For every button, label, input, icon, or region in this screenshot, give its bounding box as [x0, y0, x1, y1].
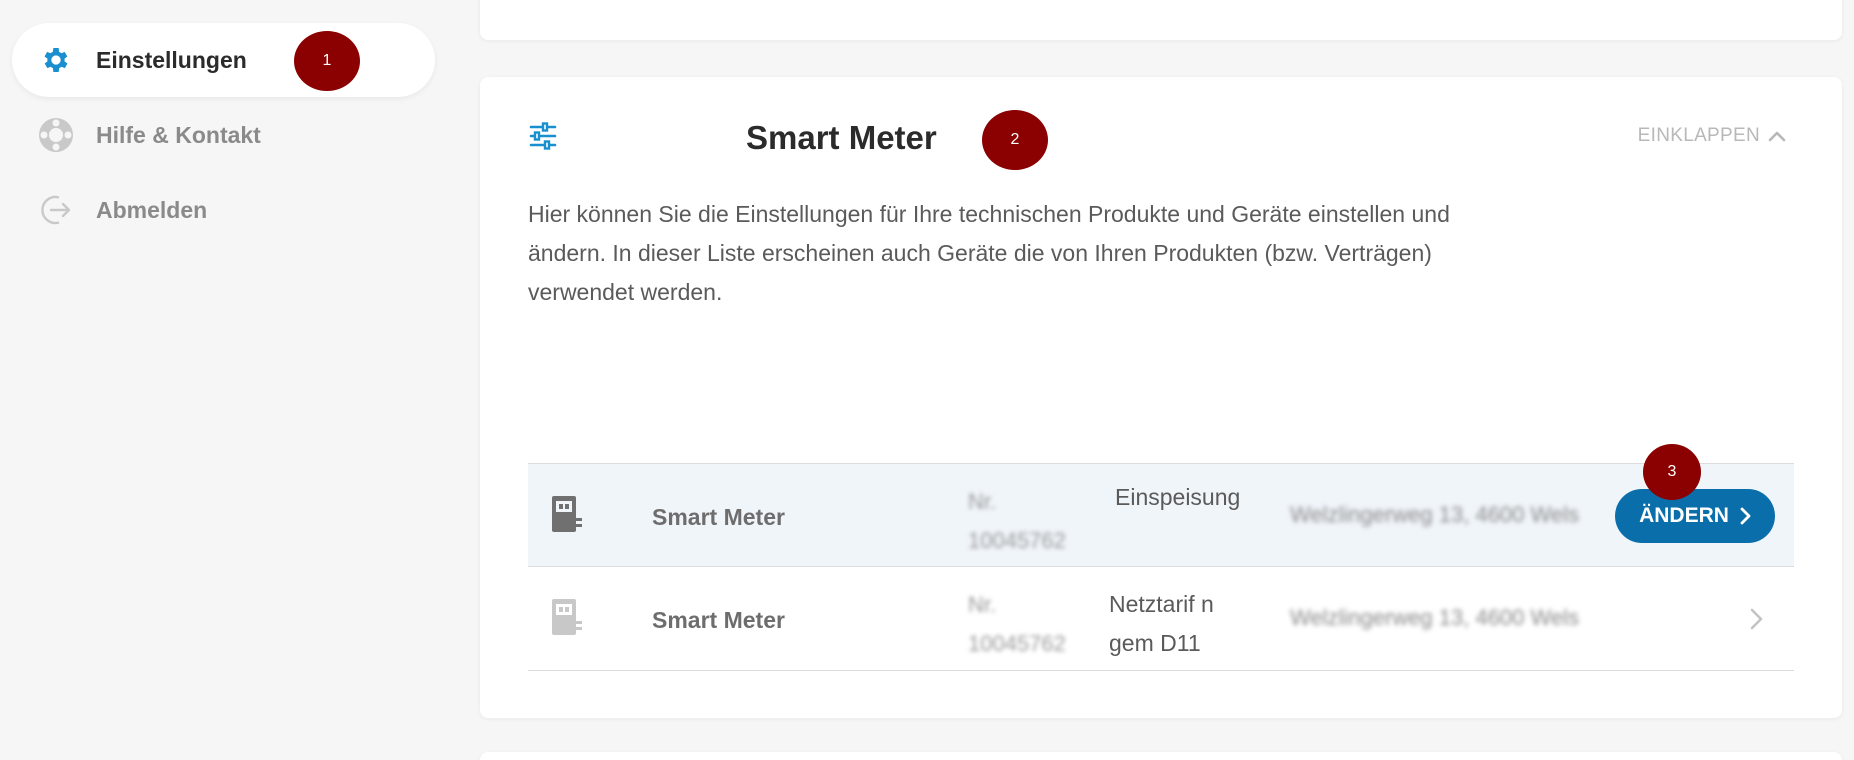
change-button[interactable]: ÄNDERN	[1615, 489, 1775, 543]
sidebar-item-label: Abmelden	[96, 196, 208, 223]
annotation-marker-3: 3	[1643, 444, 1701, 500]
smart-meter-icon	[550, 597, 584, 637]
annotation-marker-1: 1	[294, 31, 360, 91]
device-number: Nr. 10045762	[968, 592, 1066, 656]
sidebar-item-abmelden[interactable]: Abmelden	[12, 173, 435, 247]
collapse-toggle[interactable]: EINKLAPPEN	[1638, 125, 1786, 147]
annotation-marker-2: 2	[982, 110, 1048, 170]
chevron-right-icon	[1740, 507, 1751, 525]
chevron-up-icon	[1768, 131, 1786, 142]
previous-card	[480, 0, 1842, 40]
sidebar-item-label: Einstellungen	[96, 46, 247, 73]
sidebar-item-hilfe-kontakt[interactable]: Hilfe & Kontakt	[12, 98, 435, 172]
logout-icon	[38, 192, 74, 228]
device-type: Einspeisung	[1115, 484, 1241, 510]
device-list: Smart Meter Nr. 10045762 Einspeisung Wel…	[528, 444, 1794, 671]
collapse-label: EINKLAPPEN	[1637, 125, 1760, 146]
settings-sliders-icon	[528, 121, 558, 151]
device-number: Nr. 10045762	[968, 489, 1066, 553]
device-name: Smart Meter	[652, 607, 785, 633]
change-button-label: ÄNDERN	[1639, 504, 1729, 527]
smart-meter-icon	[550, 494, 584, 534]
device-address: Welzlingerweg 13, 4600 Wels	[1290, 605, 1580, 630]
sidebar-item-einstellungen[interactable]: Einstellungen	[12, 23, 435, 97]
device-row[interactable]: Smart Meter Nr. 10045762 Einspeisung Wel…	[528, 444, 1794, 567]
device-row[interactable]: Smart Meter Nr. 10045762 Netztarif n gem…	[528, 567, 1794, 671]
device-name: Smart Meter	[652, 504, 785, 530]
device-address: Welzlingerweg 13, 4600 Wels	[1290, 502, 1580, 527]
smart-meter-card: Smart Meter 2 EINKLAPPEN Hier können Sie…	[480, 77, 1842, 718]
lifebuoy-icon	[38, 117, 74, 153]
card-description: Hier können Sie die Einstellungen für Ih…	[528, 201, 1450, 305]
sidebar: Einstellungen Hilfe & Kontakt Abmelden 1	[0, 0, 460, 760]
card-title: Smart Meter	[746, 119, 937, 156]
next-card	[480, 752, 1842, 760]
device-type: Netztarif n gem D11	[1109, 591, 1214, 656]
chevron-right-icon[interactable]	[1744, 605, 1768, 633]
sidebar-item-label: Hilfe & Kontakt	[96, 121, 261, 148]
gear-icon	[38, 42, 74, 78]
